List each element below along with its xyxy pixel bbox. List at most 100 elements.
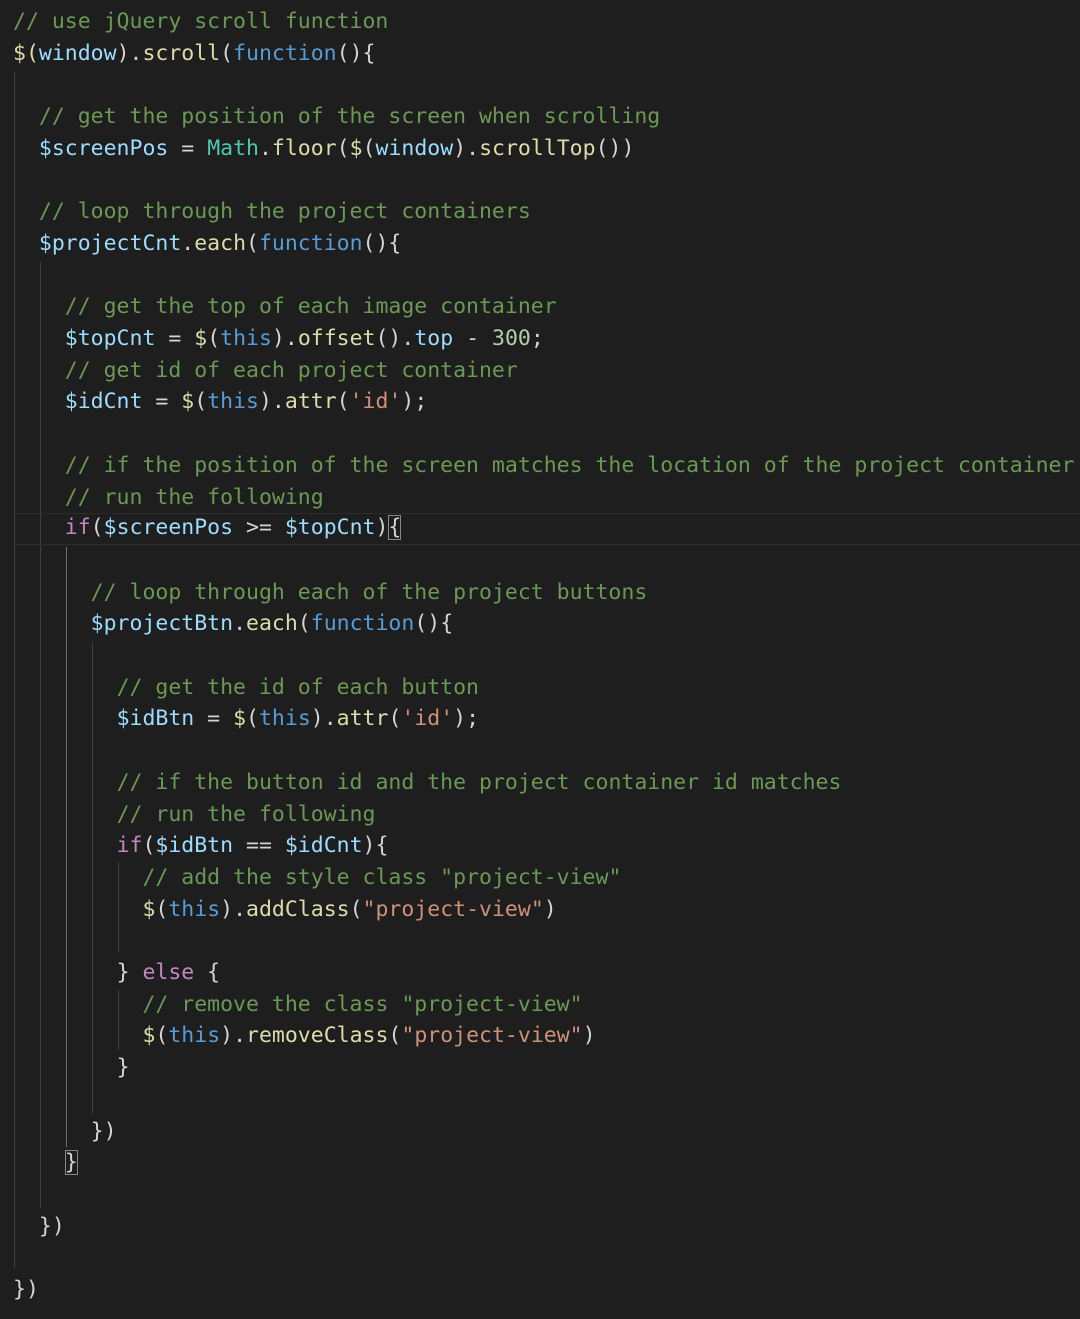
code-line[interactable]: $topCnt = $(this).offset().top - 300; [13,323,1080,355]
code-line[interactable] [13,1179,1080,1211]
code-token: $ [194,326,208,351]
code-token: }) [38,1213,65,1239]
code-line[interactable]: // get the position of the screen when s… [13,101,1080,133]
code-token: $projectCnt [38,230,182,256]
code-line[interactable]: // get id of each project container [13,355,1080,387]
code-token: ( [362,135,376,161]
code-line[interactable]: $(this).addClass("project-view") [13,894,1080,926]
code-token: }) [90,1118,117,1144]
code-token: = [168,135,208,161]
code-token: ); [453,706,480,732]
code-token: this [258,706,311,732]
code-comment: // get the id of each button [116,674,479,700]
code-line[interactable]: $projectBtn.each(function(){ [13,608,1080,640]
code-line[interactable] [13,640,1080,672]
code-editor[interactable]: // use jQuery scroll function $ ( window). s… [0,0,1080,1319]
code-token: ). [258,389,285,415]
code-line[interactable]: // get the id of each button [13,672,1080,704]
code-token: else [142,960,195,985]
code-token: "project-view" [401,1023,583,1049]
code-line[interactable]: }) [13,1211,1080,1243]
code-line[interactable]: } else { [13,957,1080,989]
code-token: Math [207,135,259,161]
code-line[interactable]: $(this).removeClass("project-view") [13,1020,1080,1052]
code-token: window [38,40,117,66]
code-line[interactable]: // use jQuery scroll function [13,6,1080,38]
code-token: attr [284,389,337,415]
code-line[interactable] [13,418,1080,450]
code-token: . [258,135,272,161]
code-line[interactable]: if($screenPos >= $topCnt){ [13,513,1080,545]
code-line[interactable]: // loop through each of the project butt… [13,577,1080,609]
code-line[interactable]: $idBtn = $(this).attr('id'); [13,703,1080,735]
code-line[interactable] [13,260,1080,292]
code-line[interactable]: // remove the class "project-view" [13,989,1080,1021]
code-token: { [194,960,221,985]
code-token: each [194,230,247,256]
code-token: offset [297,326,376,351]
code-token: } [64,1150,78,1176]
code-token: ( [155,1023,169,1049]
code-line[interactable]: // run the following [13,482,1080,514]
code-token: = [194,706,234,732]
code-line[interactable]: $projectCnt.each(function(){ [13,228,1080,260]
code-line[interactable] [13,545,1080,577]
code-token: $idBtn [155,833,234,859]
code-line[interactable]: $screenPos = Math.floor($(window).scroll… [13,133,1080,165]
code-line[interactable]: // loop through the project containers [13,196,1080,228]
code-token: == [233,833,285,859]
code-token: ); [401,389,428,415]
code-line[interactable] [13,925,1080,957]
code-token: ). [220,896,247,922]
code-token: scrollTop [479,135,596,161]
code-token: $ [142,896,156,922]
code-comment: // if the button id and the project cont… [116,769,842,795]
code-line[interactable]: $idCnt = $(this).attr('id'); [13,386,1080,418]
code-token: $projectBtn [90,611,234,637]
code-token: removeClass [246,1023,389,1049]
code-line[interactable]: } [13,1147,1080,1179]
code-token: ). [116,40,143,66]
code-line[interactable] [13,735,1080,767]
code-token: $screenPos [38,135,169,161]
code-line[interactable]: }) [13,1116,1080,1148]
code-line[interactable]: // get the top of each image container [13,291,1080,323]
code-token: (). [375,326,415,351]
code-line[interactable] [13,165,1080,197]
code-comment: // use jQuery scroll function [13,9,389,34]
code-token: ( [246,230,259,256]
code-token: ( [220,40,234,66]
code-line[interactable] [13,1084,1080,1116]
code-token: ( [194,389,208,415]
code-line[interactable] [13,1242,1080,1274]
code-line[interactable]: // run the following [13,799,1080,831]
code-token: if [116,833,143,859]
code-token: ()) [595,135,635,161]
code-token: } [116,1055,130,1081]
code-line[interactable]: }) [13,1274,1080,1306]
code-token: ) [375,515,389,541]
code-token: function [310,611,415,637]
code-comment: // run the following [116,801,376,827]
code-comment: // loop through each of the project butt… [90,579,648,605]
code-line[interactable]: } [13,1052,1080,1084]
code-line[interactable]: // if the position of the screen matches… [13,450,1080,482]
code-token: this [220,326,272,351]
code-line[interactable]: // add the style class "project-view" [13,862,1080,894]
code-token: 300 [492,326,531,351]
code-line[interactable]: // if the button id and the project cont… [13,767,1080,799]
code-line[interactable] [13,69,1080,101]
code-line[interactable]: if($idBtn == $idCnt){ [13,830,1080,862]
code-token: ( [246,706,259,732]
code-line[interactable]: $(window).scroll(function(){ [13,38,1080,70]
